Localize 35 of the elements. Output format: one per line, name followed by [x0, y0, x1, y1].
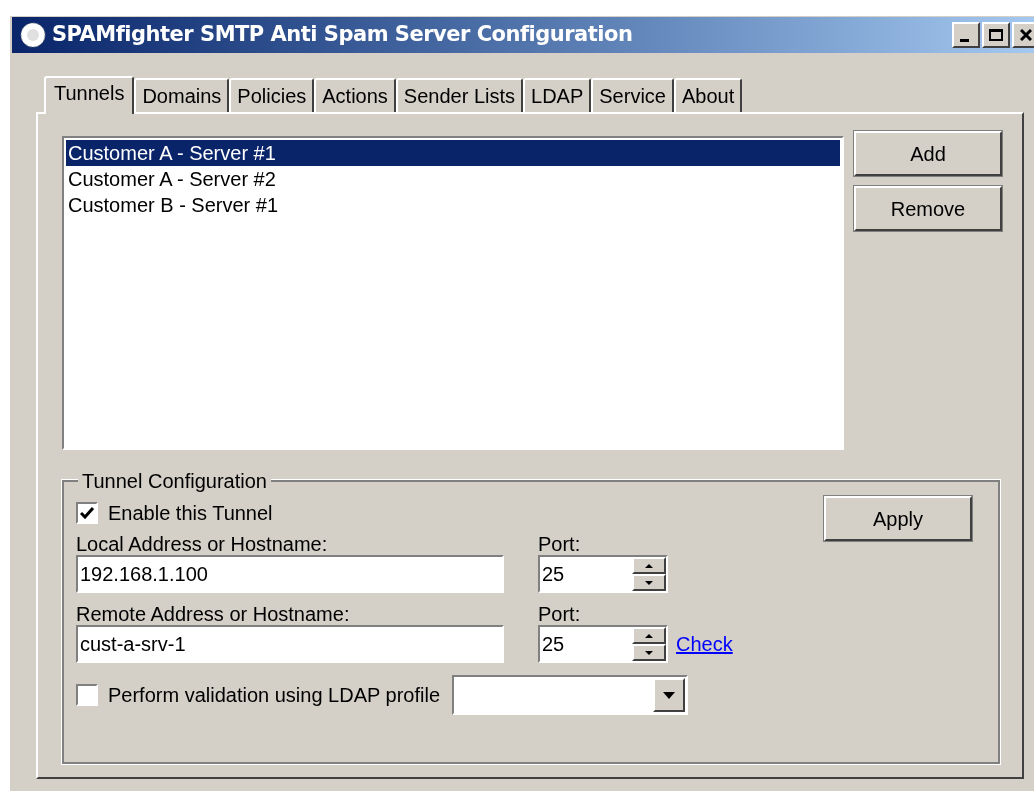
checkbox[interactable]: [76, 502, 98, 524]
checkbox-label: Enable this Tunnel: [108, 501, 273, 526]
address-field[interactable]: 192.168.1.100: [76, 555, 504, 593]
list-item[interactable]: Customer A - Server #2: [66, 166, 840, 192]
tab[interactable]: Tunnels: [44, 76, 135, 114]
window-title: SPAMfighter SMTP Anti Spam Server Configuration: [52, 21, 633, 49]
tab[interactable]: Policies: [229, 78, 315, 112]
field-label: Port:: [538, 532, 582, 555]
apply-button[interactable]: Apply: [824, 496, 972, 541]
field-label: Port:: [538, 602, 582, 625]
checkmark-icon: [80, 507, 94, 519]
check-link[interactable]: Check: [676, 629, 733, 659]
minimize-icon: [959, 38, 969, 42]
list-button[interactable]: Add: [854, 131, 1002, 176]
tab[interactable]: About: [674, 78, 743, 112]
field-label: Local Address or Hostname:: [76, 532, 329, 555]
checkbox[interactable]: [76, 684, 98, 706]
maximize-icon: [989, 29, 1003, 41]
dropdown-arrow-icon: [663, 691, 676, 699]
close-icon: [1020, 29, 1032, 41]
list-button[interactable]: Remove: [854, 186, 1002, 231]
profile-dropdown[interactable]: [452, 675, 689, 715]
maximize-button[interactable]: [982, 22, 1010, 48]
tab[interactable]: Sender Lists: [395, 78, 524, 112]
list-item[interactable]: Customer A - Server #1: [66, 140, 840, 166]
tab[interactable]: Actions: [314, 78, 396, 112]
checkbox-label: Perform validation using LDAP profile: [108, 683, 441, 708]
minimize-button[interactable]: [952, 22, 980, 48]
tab[interactable]: LDAP: [523, 78, 592, 112]
list-item[interactable]: Customer B - Server #1: [66, 192, 840, 218]
field-label: Remote Address or Hostname:: [76, 602, 351, 625]
close-button[interactable]: [1012, 22, 1034, 48]
address-field[interactable]: cust-a-srv-1: [76, 625, 504, 663]
tab[interactable]: Domains: [134, 78, 230, 112]
tab[interactable]: Service: [591, 78, 674, 112]
